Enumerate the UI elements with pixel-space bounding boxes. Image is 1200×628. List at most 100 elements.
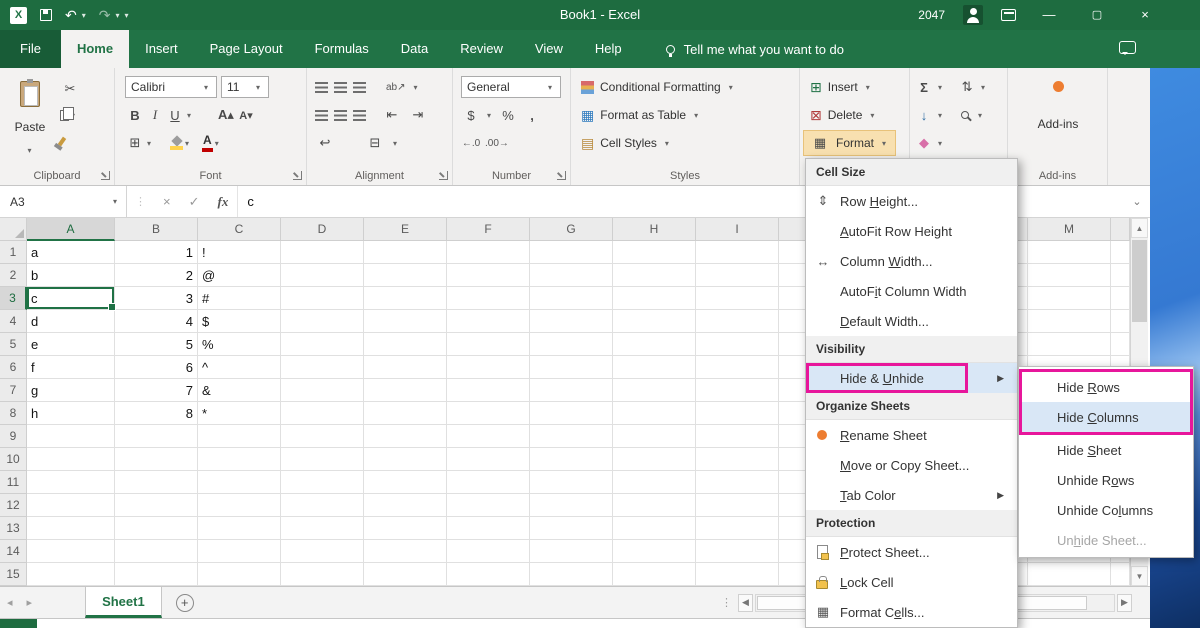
scroll-down-icon[interactable]: ▼: [1131, 566, 1148, 586]
font-dialog-launcher-icon[interactable]: [293, 171, 302, 180]
clipboard-dialog-launcher-icon[interactable]: [101, 171, 110, 180]
cell-M5[interactable]: [1028, 333, 1111, 356]
cell-E12[interactable]: [364, 494, 447, 517]
close-button[interactable]: ×: [1130, 0, 1160, 30]
row-header-2[interactable]: 2: [0, 264, 27, 287]
percent-style-icon[interactable]: %: [498, 103, 518, 127]
cell-E15[interactable]: [364, 563, 447, 586]
tab-review[interactable]: Review: [444, 30, 519, 68]
alignment-dialog-launcher-icon[interactable]: [439, 171, 448, 180]
column-header-M[interactable]: M: [1028, 218, 1111, 241]
number-dialog-launcher-icon[interactable]: [557, 171, 566, 180]
tab-insert[interactable]: Insert: [129, 30, 194, 68]
cell-D1[interactable]: [281, 241, 364, 264]
cell-I13[interactable]: [696, 517, 779, 540]
row-header-10[interactable]: 10: [0, 448, 27, 471]
cell-F10[interactable]: [447, 448, 530, 471]
cell-G9[interactable]: [530, 425, 613, 448]
cell-F9[interactable]: [447, 425, 530, 448]
cell-E11[interactable]: [364, 471, 447, 494]
wrap-text-icon[interactable]: ↩: [315, 131, 335, 155]
increase-decimal-icon[interactable]: ←.0: [461, 131, 481, 155]
cell-I11[interactable]: [696, 471, 779, 494]
cell-B12[interactable]: [115, 494, 198, 517]
merge-center-dropdown-icon[interactable]: ▾: [393, 139, 397, 148]
cell-C8[interactable]: *: [198, 402, 281, 425]
cancel-icon[interactable]: ×: [154, 194, 180, 209]
cell-E9[interactable]: [364, 425, 447, 448]
cell-I12[interactable]: [696, 494, 779, 517]
borders-button[interactable]: ⊞: [125, 131, 145, 155]
align-middle-icon[interactable]: [334, 82, 347, 93]
cell-C11[interactable]: [198, 471, 281, 494]
cell-styles-button[interactable]: ▤ Cell Styles▾: [575, 131, 678, 155]
menu-item-rename-sheet[interactable]: Rename Sheet: [806, 420, 1017, 450]
cell-A10[interactable]: [27, 448, 115, 471]
cell-D15[interactable]: [281, 563, 364, 586]
cell-C9[interactable]: [198, 425, 281, 448]
sheet-nav-left-icon[interactable]: ◂: [0, 596, 20, 609]
row-header-6[interactable]: 6: [0, 356, 27, 379]
cell-F2[interactable]: [447, 264, 530, 287]
delete-button[interactable]: ⊠ Delete▾: [804, 103, 883, 127]
cell-D3[interactable]: [281, 287, 364, 310]
cell-H1[interactable]: [613, 241, 696, 264]
cell-G13[interactable]: [530, 517, 613, 540]
font-family-select[interactable]: Calibri▾: [125, 76, 217, 98]
cell-I1[interactable]: [696, 241, 779, 264]
menu-item-format-cells[interactable]: ▦Format Cells...: [806, 597, 1017, 627]
row-header-8[interactable]: 8: [0, 402, 27, 425]
cell-G10[interactable]: [530, 448, 613, 471]
cell-A14[interactable]: [27, 540, 115, 563]
cell-B8[interactable]: 8: [115, 402, 198, 425]
cell-H7[interactable]: [613, 379, 696, 402]
hscroll-right-icon[interactable]: ▶: [1117, 594, 1132, 612]
submenu-item-unhide-rows[interactable]: Unhide Rows: [1019, 465, 1193, 495]
cell-D10[interactable]: [281, 448, 364, 471]
cell-G11[interactable]: [530, 471, 613, 494]
cell-F4[interactable]: [447, 310, 530, 333]
formula-bar-gripper[interactable]: ⋮: [127, 195, 154, 208]
cell-G4[interactable]: [530, 310, 613, 333]
number-format-select[interactable]: General▾: [461, 76, 561, 98]
cell-F8[interactable]: [447, 402, 530, 425]
user-label[interactable]: 2047: [918, 8, 945, 22]
cell-F13[interactable]: [447, 517, 530, 540]
paste-button[interactable]: Paste ▾: [6, 74, 54, 160]
cut-button[interactable]: ✂: [60, 77, 80, 101]
menu-item-protect-sheet[interactable]: Protect Sheet...: [806, 537, 1017, 567]
cell-B9[interactable]: [115, 425, 198, 448]
cell-E3[interactable]: [364, 287, 447, 310]
cell-D9[interactable]: [281, 425, 364, 448]
menu-item-autofit-column-width[interactable]: AutoFit Column Width: [806, 276, 1017, 306]
cell-E14[interactable]: [364, 540, 447, 563]
row-header-5[interactable]: 5: [0, 333, 27, 356]
cell-F14[interactable]: [447, 540, 530, 563]
cell-A1[interactable]: a: [27, 241, 115, 264]
tab-file[interactable]: File: [0, 30, 61, 68]
cell-M4[interactable]: [1028, 310, 1111, 333]
cell-E8[interactable]: [364, 402, 447, 425]
cell-I4[interactable]: [696, 310, 779, 333]
tell-me-box[interactable]: Tell me what you want to do: [666, 30, 844, 68]
cell-A15[interactable]: [27, 563, 115, 586]
cell-A11[interactable]: [27, 471, 115, 494]
italic-button[interactable]: I: [145, 103, 165, 127]
cell-H9[interactable]: [613, 425, 696, 448]
fill-button[interactable]: ↓: [914, 103, 934, 127]
cell-A8[interactable]: h: [27, 402, 115, 425]
row-header-7[interactable]: 7: [0, 379, 27, 402]
cell-G14[interactable]: [530, 540, 613, 563]
cell-M1[interactable]: [1028, 241, 1111, 264]
sheet-nav-right-icon[interactable]: ▸: [20, 596, 40, 609]
cell-I9[interactable]: [696, 425, 779, 448]
cell-D14[interactable]: [281, 540, 364, 563]
column-header-C[interactable]: C: [198, 218, 281, 241]
decrease-font-size-button[interactable]: A▾: [236, 103, 256, 127]
cell-C2[interactable]: @: [198, 264, 281, 287]
menu-item-tab-color[interactable]: Tab Color▶: [806, 480, 1017, 510]
cell-B13[interactable]: [115, 517, 198, 540]
maximize-button[interactable]: ▢: [1082, 0, 1112, 30]
row-header-14[interactable]: 14: [0, 540, 27, 563]
tab-view[interactable]: View: [519, 30, 579, 68]
